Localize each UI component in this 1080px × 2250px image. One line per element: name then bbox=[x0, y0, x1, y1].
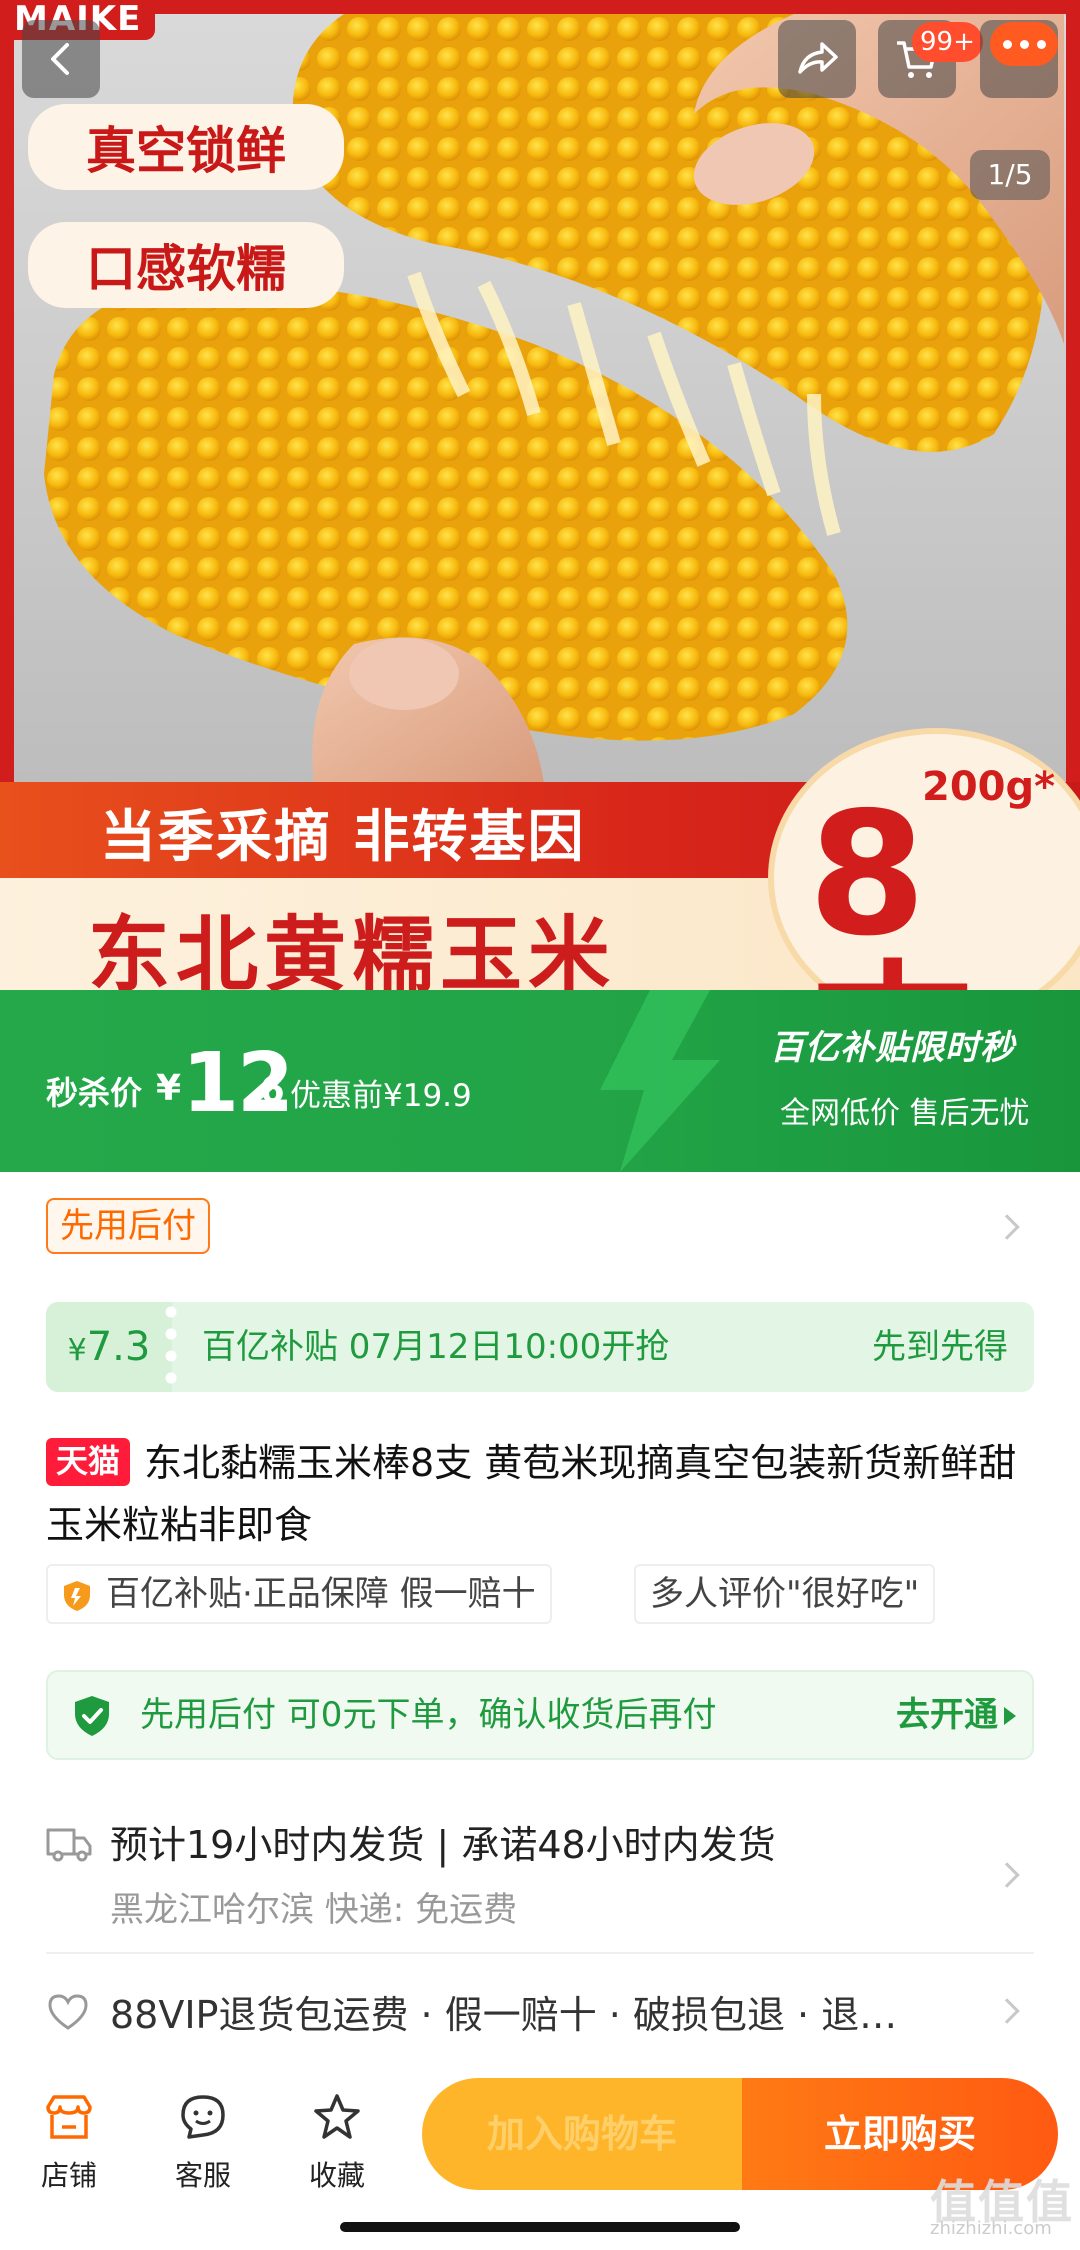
favorite-label: 收藏 bbox=[308, 2159, 365, 2192]
chevron-right-icon[interactable] bbox=[994, 1214, 1020, 1240]
feature-tag-vacuum: 真空锁鲜 bbox=[28, 104, 344, 190]
guarantee-chip[interactable]: 百亿补贴·正品保障 假一赔十 bbox=[46, 1564, 552, 1624]
more-icon[interactable] bbox=[990, 22, 1058, 66]
product-title-text: 东北黏糯玉米棒8支 黄苞米现摘真空包装新货新鲜甜玉米粒粘非即食 bbox=[46, 1441, 1017, 1547]
service-label: 客服 bbox=[174, 2159, 231, 2192]
shop-icon bbox=[46, 2095, 92, 2139]
tmall-badge: 天猫 bbox=[46, 1438, 131, 1486]
product-image-carousel[interactable]: MAIKE 真空锁鲜 口感软糯 99+ 1/5 当季采摘 非转基因 东北黄糯玉米… bbox=[0, 0, 1080, 990]
heart-icon bbox=[48, 1994, 88, 2030]
feature-tag-texture: 口感软糯 bbox=[28, 222, 344, 308]
guarantees-text: 88VIP退货包运费 · 假一赔十 · 破损包退 · 退… bbox=[110, 1993, 898, 2037]
share-icon bbox=[798, 42, 838, 74]
chevron-right-icon bbox=[994, 1998, 1020, 2024]
flash-price-currency: ¥ bbox=[156, 1068, 182, 1109]
subsidy-price: ¥7.3 bbox=[46, 1302, 172, 1392]
triangle-right-icon bbox=[1004, 1707, 1016, 1725]
share-button[interactable] bbox=[778, 20, 856, 98]
subsidy-currency: ¥ bbox=[67, 1333, 87, 1368]
subsidy-slogan: 百亿补贴限时秒 bbox=[770, 1028, 1015, 1068]
subsidy-price-value: 7.3 bbox=[86, 1324, 151, 1370]
pay-later-tag[interactable]: 先用后付 bbox=[46, 1198, 210, 1254]
star-icon bbox=[314, 2094, 360, 2139]
pay-later-banner[interactable]: 先用后付 可0元下单，确认收货后再付 去开通 bbox=[46, 1670, 1034, 1760]
chevron-right-icon bbox=[994, 1862, 1020, 1888]
home-indicator[interactable] bbox=[340, 2222, 740, 2232]
pay-later-text: 先用后付 可0元下单，确认收货后再付 bbox=[140, 1695, 717, 1735]
truck-icon bbox=[46, 1828, 92, 1862]
shop-label: 店铺 bbox=[40, 2159, 97, 2192]
bolt-icon bbox=[600, 990, 720, 1172]
product-title: 天猫 东北黏糯玉米棒8支 黄苞米现摘真空包装新货新鲜甜玉米粒粘非即食 bbox=[46, 1432, 1036, 1556]
favorite-button[interactable]: 收藏 bbox=[282, 2086, 392, 2194]
shipping-info[interactable]: 预计19小时内发货 | 承诺48小时内发货 黑龙江哈尔滨 快递: 免运费 bbox=[46, 1806, 1034, 1954]
activate-link[interactable]: 去开通 bbox=[896, 1672, 998, 1758]
service-button[interactable]: 客服 bbox=[148, 2086, 258, 2194]
image-pager: 1/5 bbox=[970, 150, 1050, 200]
shop-button[interactable]: 店铺 bbox=[14, 2086, 124, 2194]
flash-price-label: 秒杀价 bbox=[46, 1074, 143, 1112]
shipping-time: 预计19小时内发货 | 承诺48小时内发货 bbox=[110, 1823, 776, 1867]
subsidy-coupon[interactable]: ¥7.3 百亿补贴 07月12日10:00开抢 先到先得 bbox=[46, 1302, 1034, 1392]
shipping-origin: 黑龙江哈尔滨 快递: 免运费 bbox=[110, 1890, 518, 1930]
flash-sale-bar: 秒杀价 ¥ 12 .6 优惠前¥19.9 百亿补贴限时秒 全网低价 售后无忧 bbox=[0, 990, 1080, 1172]
service-guarantees[interactable]: 88VIP退货包运费 · 假一赔十 · 破损包退 · 退… bbox=[46, 1972, 1034, 2052]
shield-icon bbox=[64, 1581, 90, 1611]
product-name-band-text: 东北黄糯玉米 bbox=[88, 908, 617, 990]
flash-price-decimal: .6 bbox=[246, 1070, 285, 1111]
original-price: 优惠前¥19.9 bbox=[290, 1078, 472, 1114]
shield-check-icon bbox=[75, 1696, 109, 1736]
cart-count-badge: 99+ bbox=[912, 22, 983, 62]
count-number: 8支 bbox=[808, 776, 978, 990]
back-icon bbox=[51, 43, 69, 75]
add-to-cart-button[interactable]: 加入购物车 bbox=[422, 2078, 742, 2190]
coupon-notch bbox=[164, 1302, 178, 1392]
subsidy-start-time: 百亿补贴 07月12日10:00开抢 bbox=[202, 1327, 670, 1367]
subsidy-first-come: 先到先得 bbox=[872, 1327, 1008, 1367]
service-icon bbox=[181, 2095, 225, 2139]
watermark-url: zhizhizhi.com bbox=[930, 2218, 1052, 2239]
subsidy-subtitle: 全网低价 售后无忧 bbox=[780, 1096, 1030, 1131]
guarantee-chip-text: 百亿补贴·正品保障 假一赔十 bbox=[106, 1574, 536, 1614]
promo-band-text: 当季采摘 非转基因 bbox=[100, 805, 586, 870]
back-button[interactable] bbox=[22, 20, 100, 98]
review-chip[interactable]: 多人评价"很好吃" bbox=[634, 1564, 936, 1624]
